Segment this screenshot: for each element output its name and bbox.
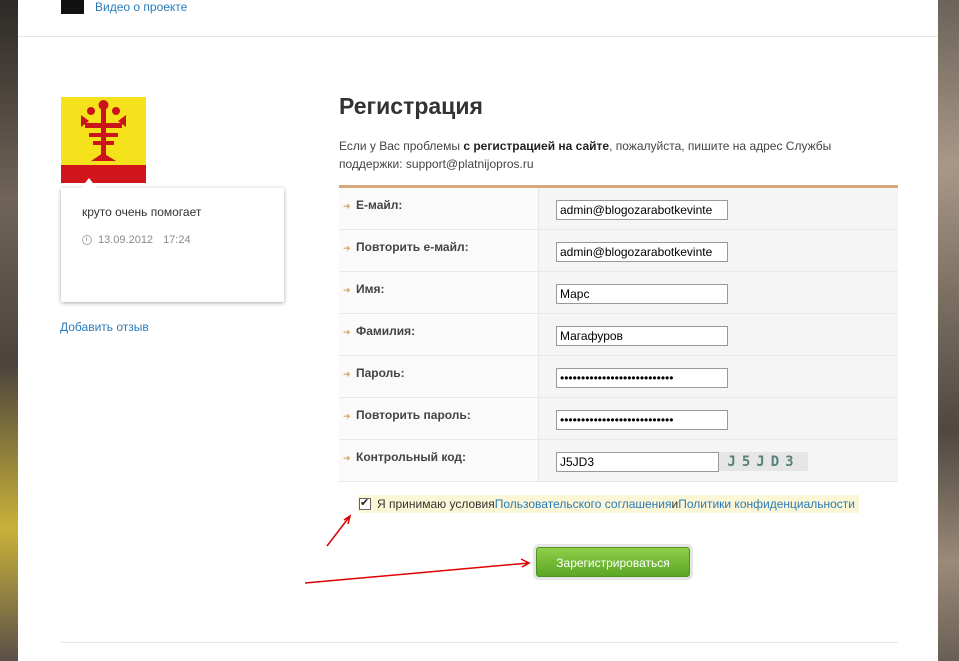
- checkbox-annotation-arrow: [326, 515, 351, 547]
- annotation-arrows: [304, 514, 531, 584]
- button-annotation-arrow: [304, 562, 530, 584]
